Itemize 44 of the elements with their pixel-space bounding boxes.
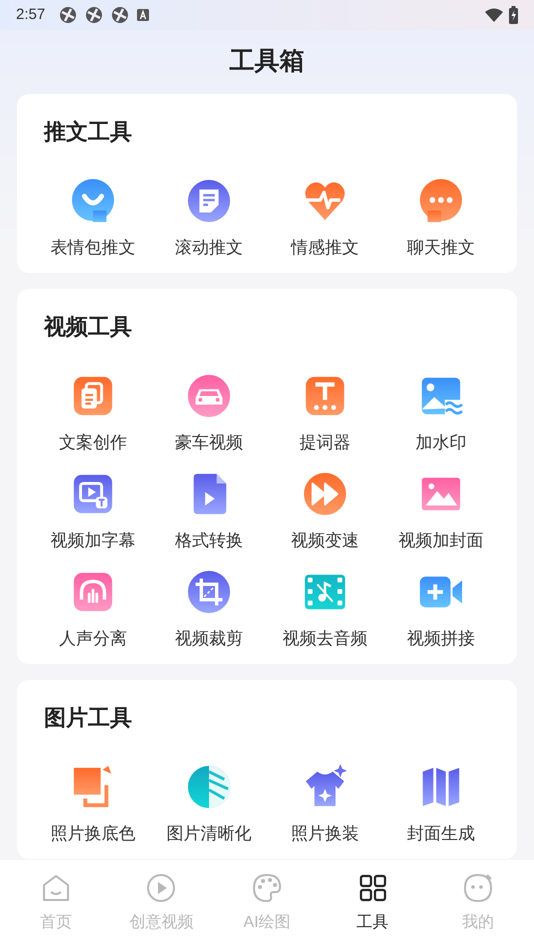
- tool-button[interactable]: 聊天推文: [383, 178, 499, 260]
- chat-smile-icon: [70, 178, 116, 224]
- status-time: 2:57: [16, 4, 46, 25]
- crop-icon: [186, 569, 232, 615]
- tool-button[interactable]: 格式转换: [151, 471, 267, 553]
- chat-face-icon: [463, 873, 494, 903]
- fast-forward-icon: [302, 471, 348, 517]
- tool-button[interactable]: 视频加字幕: [35, 471, 151, 553]
- grid-icon: [358, 873, 388, 903]
- tool-button[interactable]: 情感推文: [267, 178, 383, 260]
- page-title: 工具箱: [230, 46, 304, 77]
- battery-icon: [509, 6, 518, 24]
- notification-icon: [85, 6, 104, 24]
- tool-button[interactable]: 提词器: [267, 373, 383, 455]
- tool-button[interactable]: 封面生成: [383, 764, 499, 846]
- tool-button[interactable]: 滚动推文: [151, 178, 267, 260]
- palette-icon: [252, 873, 282, 903]
- section-title: 图片工具: [43, 704, 133, 732]
- tool-button[interactable]: 视频加封面: [383, 471, 499, 553]
- tool-button[interactable]: 视频裁剪: [151, 569, 267, 651]
- home-icon: [40, 873, 71, 903]
- tool-button[interactable]: 表情包推文: [35, 178, 151, 260]
- tool-button[interactable]: 豪车视频: [151, 373, 267, 455]
- section-title: 视频工具: [42, 313, 133, 341]
- tool-button[interactable]: 视频拼接: [383, 569, 499, 651]
- tool-button[interactable]: 照片换装: [267, 764, 383, 846]
- note-icon: [186, 178, 232, 224]
- keyboard-icon: [137, 9, 150, 21]
- tool-button[interactable]: 照片换底色: [35, 764, 151, 846]
- tool-button[interactable]: 视频去音频: [267, 569, 383, 651]
- tool-button[interactable]: 人声分离: [35, 569, 151, 651]
- contrast-icon: [186, 764, 232, 810]
- tool-button[interactable]: 加水印: [383, 373, 499, 455]
- tool-button[interactable]: 文案创作: [35, 373, 151, 455]
- car-icon: [186, 373, 232, 419]
- tool-button[interactable]: 视频变速: [267, 471, 383, 553]
- nav-tab[interactable]: 工具: [320, 860, 426, 950]
- wifi-icon: [485, 8, 503, 22]
- tool-button[interactable]: 图片清晰化: [151, 764, 267, 846]
- chat-dots-icon: [418, 178, 464, 224]
- notification-icon: [59, 6, 78, 24]
- play-icon: [146, 873, 176, 903]
- notification-icon: [111, 6, 130, 24]
- section-title: 推文工具: [42, 118, 133, 146]
